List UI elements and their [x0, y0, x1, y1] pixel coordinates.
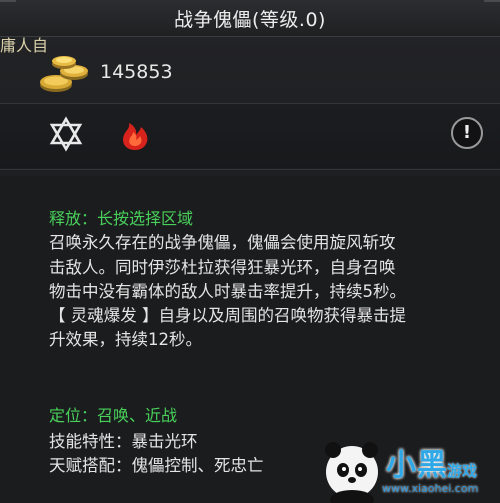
red-flame-icon[interactable]	[117, 117, 153, 153]
description-line: 物击中没有霸体的敌人时暴击率提升，持续5秒。	[49, 282, 406, 301]
watermark-brand: 小黑	[386, 448, 448, 483]
info-button[interactable]: !	[451, 117, 483, 149]
release-heading: 释放：长按选择区域	[49, 209, 194, 228]
description-line: 击敌人。同时伊莎杜拉获得狂暴光环，自身召唤	[49, 258, 396, 277]
description-line: 召唤永久存在的战争傀儡，傀儡会使用旋风斩攻	[49, 233, 396, 252]
title-bar: 战争傀儡(等级.0)	[0, 0, 500, 37]
skill-detail-panel: 战争傀儡(等级.0) 庸人自 145853 ! 释放：长按选择区域 召唤永久存在…	[0, 0, 500, 503]
panel-title: 战争傀儡(等级.0)	[174, 9, 326, 31]
gold-coins-icon	[40, 56, 88, 92]
description-line: 升效果，持续12秒。	[49, 330, 202, 349]
skill-trait-line: 技能特性：暴击光环	[49, 432, 198, 451]
star-of-david-icon[interactable]	[48, 116, 84, 152]
watermark-url: www.xiaohei.com	[382, 482, 479, 495]
divider	[0, 169, 500, 170]
gold-amount: 145853	[100, 61, 173, 83]
description-line: 【 灵魂爆发 】自身以及周围的召唤物获得暴击提	[49, 306, 406, 325]
header-right-ornament	[484, 0, 500, 38]
positioning-heading: 定位：召唤、近战	[49, 406, 178, 425]
watermark-subtitle: 游戏	[447, 462, 478, 480]
talent-line: 天赋搭配：傀儡控制、死忠亡	[49, 456, 264, 475]
